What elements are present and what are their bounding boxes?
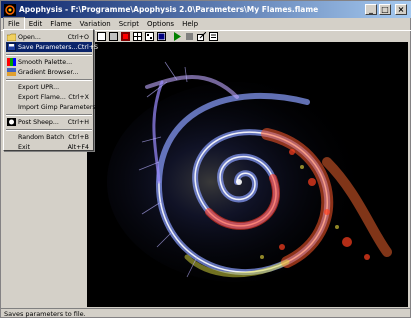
- empty-icon-slot: [7, 133, 16, 141]
- menu-separator: [6, 129, 92, 131]
- menu-separator: [6, 114, 92, 116]
- empty-icon-slot: [7, 103, 16, 111]
- menu-item-label: Save Parameters...: [18, 43, 78, 51]
- menu-item-shortcut: Ctrl+H: [67, 118, 89, 126]
- window-title: Apophysis - F:\Programme\Apophysis 2.0\P…: [19, 5, 319, 14]
- menu-separator: [6, 54, 92, 56]
- adjust-icon[interactable]: [157, 32, 166, 41]
- menu-item-label: Export Flame...: [18, 93, 66, 101]
- minimize-button[interactable]: _: [365, 4, 377, 15]
- menu-options[interactable]: Options: [143, 18, 178, 30]
- menu-item-smooth-palette[interactable]: Smooth Palette...: [6, 57, 92, 67]
- menu-item-label: Import Gimp Parameters: [18, 103, 96, 111]
- menu-item-random-batch[interactable]: Random Batch Ctrl+B: [6, 132, 92, 142]
- menu-item-label: Export UPR...: [18, 83, 60, 91]
- save-icon: [7, 43, 16, 51]
- menu-item-export-upr[interactable]: Export UPR...: [6, 82, 92, 92]
- play-icon[interactable]: [173, 32, 182, 41]
- stop-icon[interactable]: [185, 32, 194, 41]
- empty-icon-slot: [7, 93, 16, 101]
- script-icon[interactable]: [209, 32, 218, 41]
- menu-item-label: Smooth Palette...: [18, 58, 73, 66]
- menu-item-label: Exit: [18, 143, 30, 151]
- maximize-button[interactable]: □: [379, 4, 391, 15]
- gradient-tool-icon[interactable]: [121, 32, 130, 41]
- menu-item-shortcut: Ctrl+S: [77, 43, 98, 51]
- menu-item-label: Random Batch: [18, 133, 65, 141]
- menu-item-label: Post Sheep...: [18, 118, 59, 126]
- editor-icon[interactable]: [145, 32, 154, 41]
- main-window: Apophysis - F:\Programme\Apophysis 2.0\P…: [0, 0, 411, 318]
- menu-item-shortcut: Ctrl+O: [67, 33, 89, 41]
- menu-item-label: Open...: [18, 33, 41, 41]
- close-button[interactable]: ×: [395, 4, 407, 15]
- menu-item-shortcut: Ctrl+B: [68, 133, 89, 141]
- open-folder-icon: [7, 33, 16, 41]
- menu-item-shortcut: Alt+F4: [67, 143, 89, 151]
- menu-item-exit[interactable]: Exit Alt+F4: [6, 142, 92, 152]
- empty-icon-slot: [7, 83, 16, 91]
- empty-icon-slot: [7, 143, 16, 151]
- menu-separator: [6, 79, 92, 81]
- status-text: Saves parameters to file.: [4, 310, 86, 318]
- title-bar[interactable]: Apophysis - F:\Programme\Apophysis 2.0\P…: [1, 1, 411, 18]
- menu-item-gradient-browser[interactable]: Gradient Browser...: [6, 67, 92, 77]
- file-menu-dropdown: Open... Ctrl+O Save Parameters... Ctrl+S…: [3, 29, 98, 152]
- menu-item-shortcut: Ctrl+X: [68, 93, 89, 101]
- apophysis-app-icon: [4, 3, 16, 16]
- fullscreen-icon[interactable]: [97, 32, 106, 41]
- grid-icon[interactable]: [133, 32, 142, 41]
- status-bar: Saves parameters to file.: [1, 308, 411, 318]
- menu-item-save-parameters[interactable]: Save Parameters... Ctrl+S: [6, 42, 98, 52]
- zoom-icon[interactable]: [109, 32, 118, 41]
- menu-help[interactable]: Help: [178, 18, 202, 30]
- palette-icon: [7, 58, 16, 66]
- menu-item-label: Gradient Browser...: [18, 68, 79, 76]
- render-icon[interactable]: [197, 32, 206, 41]
- gradient-icon: [7, 68, 16, 76]
- menu-item-open[interactable]: Open... Ctrl+O: [6, 32, 92, 42]
- menu-item-export-flame[interactable]: Export Flame... Ctrl+X: [6, 92, 92, 102]
- menu-item-import-gimp[interactable]: Import Gimp Parameters: [6, 102, 96, 112]
- menu-item-post-sheep[interactable]: Post Sheep... Ctrl+H: [6, 117, 92, 127]
- sheep-icon: [7, 118, 16, 126]
- fractal-flame-image: [87, 42, 408, 307]
- fractal-preview-canvas[interactable]: [87, 42, 408, 307]
- menu-script[interactable]: Script: [115, 18, 143, 30]
